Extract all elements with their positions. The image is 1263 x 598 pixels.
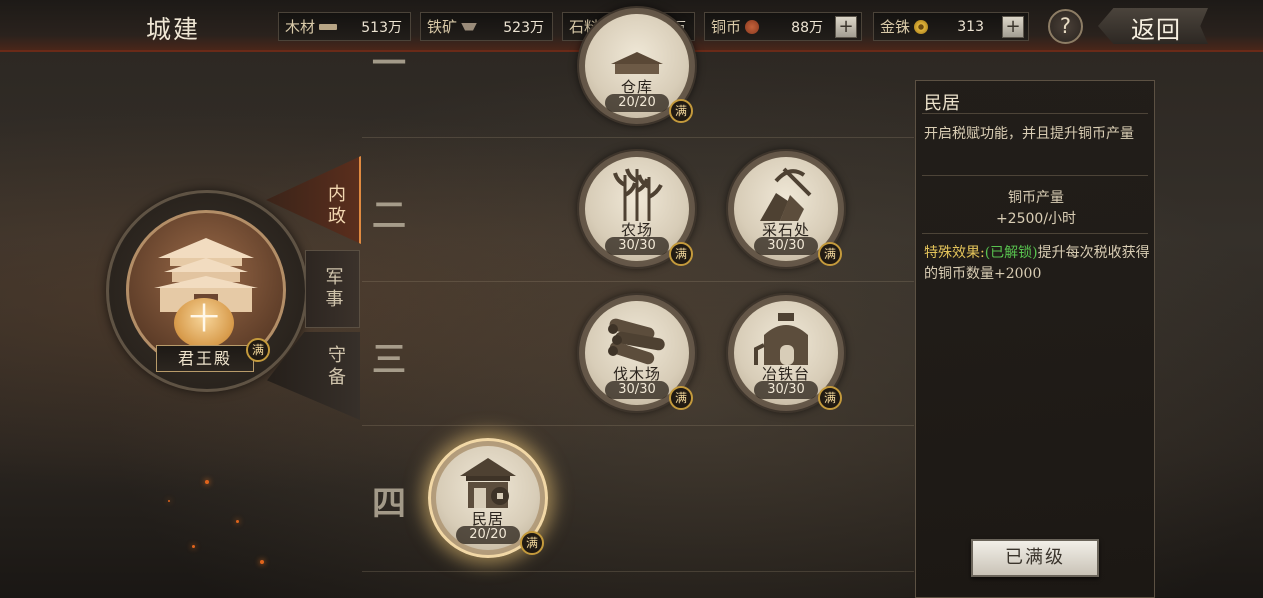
smelter-icon	[754, 313, 808, 365]
max-badge: 满	[246, 338, 270, 362]
max-badge: 满	[520, 531, 544, 555]
tier-label: 三	[372, 340, 406, 380]
production-label: 铜币产量	[1008, 190, 1064, 206]
divider	[922, 233, 1148, 234]
iron-icon	[461, 22, 478, 31]
residence-icon	[460, 458, 516, 508]
resource-value: 523万	[503, 19, 544, 36]
resource-name: 木材	[285, 18, 316, 36]
building-info-panel: 民居 开启税赋功能，并且提升铜币产量 铜币产量 +2500/小时 特殊效果:(已…	[915, 80, 1155, 598]
resource-copper: 铜币 88万 +	[704, 12, 862, 41]
ember	[236, 520, 239, 523]
lumber-icon	[608, 318, 665, 365]
divider	[922, 113, 1148, 114]
help-button[interactable]: ?	[1048, 9, 1083, 44]
unlocked-status: (已解锁)	[984, 245, 1038, 261]
max-badge: 满	[669, 386, 693, 410]
tab-defense-label[interactable]: 守备	[322, 345, 348, 389]
building-residence[interactable]: 民居 20/20 满	[428, 438, 548, 558]
special-effect: 特殊效果:(已解锁)提升每次税收获得的铜币数量+2000	[924, 243, 1150, 285]
production-value: +2500/小时	[995, 211, 1077, 227]
tier-label: 二	[372, 196, 406, 236]
tab-military-label[interactable]: 军事	[320, 267, 346, 311]
add-gold-button[interactable]: +	[1002, 16, 1024, 38]
palace-level-coin: 十	[174, 298, 234, 348]
quarry-icon	[760, 167, 812, 221]
page-title: 城建	[146, 15, 201, 44]
divider	[922, 175, 1148, 176]
max-badge: 满	[818, 386, 842, 410]
back-button-label[interactable]: 返回	[1131, 10, 1181, 45]
farm-icon	[613, 168, 663, 221]
max-level-button[interactable]: 已满级	[971, 539, 1099, 577]
resource-value: 88万	[791, 19, 823, 36]
gold-coin-icon	[914, 19, 929, 34]
info-description: 开启税赋功能，并且提升铜币产量	[924, 126, 1134, 142]
max-badge: 满	[669, 242, 693, 266]
add-copper-button[interactable]: +	[835, 16, 857, 38]
building-quarry[interactable]: 采石处 30/30 满	[726, 149, 846, 269]
tab-internal-affairs-label[interactable]: 内政	[322, 184, 348, 228]
ember	[205, 480, 209, 484]
building-level: 30/30	[754, 381, 818, 399]
palace-name: 君王殿	[156, 345, 254, 372]
building-warehouse[interactable]: 仓库 20/20 满	[577, 6, 697, 126]
building-level: 20/20	[456, 526, 520, 544]
tab-military[interactable]: 军事	[305, 250, 360, 328]
resource-gold: 金铢 313 +	[873, 12, 1029, 41]
warehouse-icon	[611, 52, 663, 74]
building-smelter[interactable]: 冶铁台 30/30 满	[726, 293, 846, 413]
building-farm[interactable]: 农场 30/30 满	[577, 149, 697, 269]
tier-label: 一	[372, 44, 406, 84]
resource-name: 铜币	[711, 18, 742, 36]
ember	[260, 560, 264, 564]
building-level: 30/30	[605, 237, 669, 255]
resource-value: 513万	[361, 19, 402, 36]
building-level: 30/30	[605, 381, 669, 399]
max-badge: 满	[818, 242, 842, 266]
building-level: 20/20	[605, 94, 669, 112]
ember	[168, 500, 170, 502]
building-level: 30/30	[754, 237, 818, 255]
building-lumber-yard[interactable]: 伐木场 30/30 满	[577, 293, 697, 413]
resource-name: 金铢	[880, 18, 911, 36]
copper-coin-icon	[745, 19, 760, 34]
resource-name: 铁矿	[427, 18, 458, 36]
special-effect-label: 特殊效果:	[924, 245, 985, 261]
wood-icon	[319, 23, 338, 30]
ember	[192, 545, 195, 548]
info-title: 民居	[924, 93, 960, 114]
resource-iron: 铁矿 523万	[420, 12, 553, 41]
max-badge: 满	[669, 99, 693, 123]
tier-label: 四	[372, 484, 406, 524]
resource-value: 313	[957, 18, 984, 35]
